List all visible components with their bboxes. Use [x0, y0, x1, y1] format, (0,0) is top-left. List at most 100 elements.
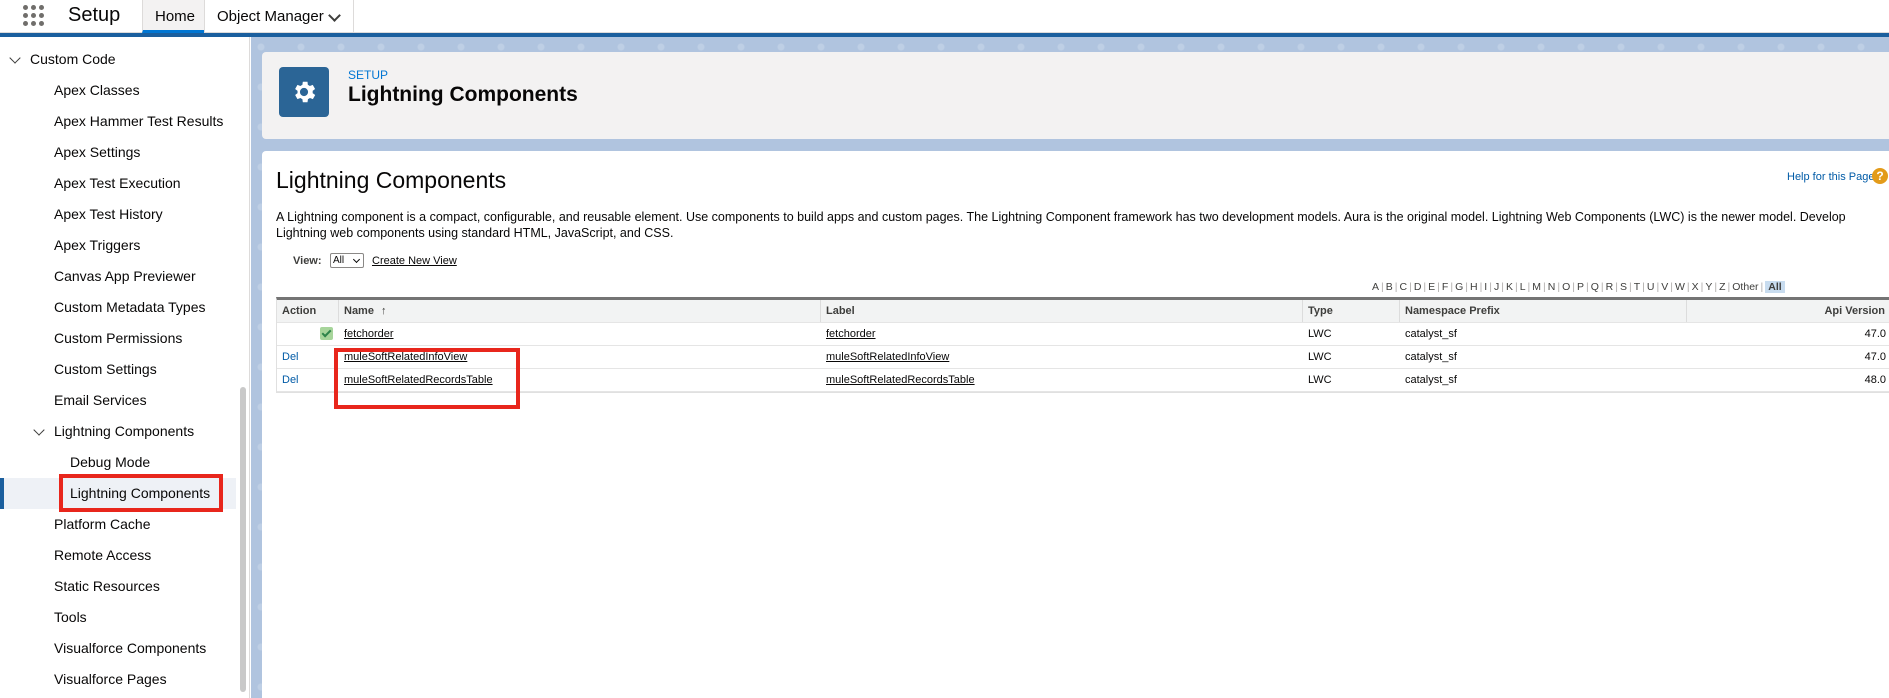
alphabet-filter-letter[interactable]: V: [1661, 281, 1668, 293]
sidebar-item-apex-triggers[interactable]: Apex Triggers: [0, 230, 236, 261]
column-header-namespace[interactable]: Namespace Prefix: [1400, 300, 1687, 322]
chevron-down-icon[interactable]: [9, 52, 21, 64]
type-cell: LWC: [1308, 351, 1332, 363]
column-header-api-version[interactable]: Api Version: [1687, 300, 1889, 322]
sidebar-item-apex-settings[interactable]: Apex Settings: [0, 137, 236, 168]
chevron-down-icon[interactable]: [33, 424, 45, 436]
sidebar-item-apex-classes[interactable]: Apex Classes: [0, 75, 236, 106]
alphabet-filter-letter[interactable]: E: [1428, 281, 1435, 293]
sidebar-item-custom-metadata-types[interactable]: Custom Metadata Types: [0, 292, 236, 323]
label-cell: muleSoftRelatedInfoView: [821, 346, 1303, 368]
alphabet-filter-letter[interactable]: X: [1692, 281, 1699, 293]
type-cell: LWC: [1308, 328, 1332, 340]
alphabet-filter-letter[interactable]: Z: [1719, 281, 1725, 293]
alphabet-filter-letter[interactable]: O: [1562, 281, 1570, 293]
alphabet-filter-letter[interactable]: S: [1620, 281, 1627, 293]
sidebar-item-custom-code[interactable]: Custom Code: [0, 44, 236, 75]
sidebar-item-lightning-components-group[interactable]: Lightning Components: [0, 416, 236, 447]
table-row: fetchorder fetchorder LWC catalyst_sf 47…: [277, 323, 1889, 346]
column-header-label[interactable]: Label: [821, 300, 1303, 322]
alphabet-filter-letter[interactable]: Y: [1705, 281, 1712, 293]
alphabet-filter-letter[interactable]: M: [1532, 281, 1541, 293]
alphabet-filter-letter[interactable]: Q: [1591, 281, 1599, 293]
app-launcher-icon[interactable]: [23, 5, 45, 27]
alphabet-filter: A | B | C | D | E | F | G | H | I | J | K | L | M | N | O | P | Q | R | S | T |…: [1372, 281, 1785, 293]
alphabet-separator: |: [1501, 281, 1504, 293]
component-label-link[interactable]: muleSoftRelatedRecordsTable: [826, 374, 975, 386]
alphabet-separator: |: [1628, 281, 1632, 293]
alphabet-filter-letter[interactable]: P: [1577, 281, 1584, 293]
sidebar-item-tools[interactable]: Tools: [0, 602, 236, 633]
alphabet-separator: |: [1700, 281, 1704, 293]
column-header-type[interactable]: Type: [1303, 300, 1400, 322]
sidebar-item-label: Lightning Components: [54, 423, 195, 439]
sidebar-item-static-resources[interactable]: Static Resources: [0, 571, 236, 602]
alphabet-separator: |: [1543, 281, 1546, 293]
alphabet-filter-letter[interactable]: L: [1520, 281, 1526, 293]
tab-home[interactable]: Home: [142, 0, 204, 33]
api-version-cell: 47.0: [1864, 351, 1886, 363]
api-version-cell: 47.0: [1864, 328, 1886, 340]
sidebar-item-custom-settings[interactable]: Custom Settings: [0, 354, 236, 385]
tab-object-manager-label: Object Manager: [217, 8, 324, 25]
alphabet-filter-letter[interactable]: N: [1548, 281, 1556, 293]
namespace-cell: catalyst_sf: [1405, 351, 1457, 363]
alphabet-separator: |: [1714, 281, 1718, 293]
alphabet-filter-letter[interactable]: D: [1414, 281, 1422, 293]
sidebar-item-visualforce-pages[interactable]: Visualforce Pages: [0, 664, 236, 695]
sidebar-item-remote-access[interactable]: Remote Access: [0, 540, 236, 571]
component-label-link[interactable]: fetchorder: [826, 328, 876, 340]
alphabet-filter-all[interactable]: All: [1765, 281, 1785, 293]
sidebar-item-visualforce-components[interactable]: Visualforce Components: [0, 633, 236, 664]
component-label-link[interactable]: muleSoftRelatedInfoView: [826, 351, 949, 363]
alphabet-filter-letter[interactable]: B: [1386, 281, 1393, 293]
alphabet-filter-letter[interactable]: T: [1634, 281, 1640, 293]
alphabet-separator: |: [1394, 281, 1398, 293]
alphabet-separator: |: [1642, 281, 1645, 293]
alphabet-filter-letter[interactable]: A: [1372, 281, 1379, 293]
type-cell: LWC: [1308, 374, 1332, 386]
sidebar-item-apex-test-execution[interactable]: Apex Test Execution: [0, 168, 236, 199]
column-header-label: Name: [344, 305, 374, 317]
sidebar-item-email-services[interactable]: Email Services: [0, 385, 236, 416]
alphabet-separator: |: [1423, 281, 1427, 293]
delete-link[interactable]: Del: [282, 351, 299, 363]
sidebar-item-platform-cache[interactable]: Platform Cache: [0, 509, 236, 540]
alphabet-filter-letter[interactable]: C: [1400, 281, 1408, 293]
alphabet-filter-letter[interactable]: F: [1442, 281, 1448, 293]
alphabet-filter-letter[interactable]: R: [1606, 281, 1614, 293]
sidebar-scrollbar[interactable]: [240, 387, 246, 692]
sidebar-item-custom-permissions[interactable]: Custom Permissions: [0, 323, 236, 354]
alphabet-filter-letter[interactable]: Other: [1732, 281, 1758, 293]
tab-object-manager[interactable]: Object Manager: [204, 0, 354, 33]
alphabet-separator: |: [1656, 281, 1660, 293]
create-new-view-link[interactable]: Create New View: [372, 255, 457, 267]
setup-gear-icon: [279, 67, 329, 117]
view-select[interactable]: All: [330, 253, 364, 268]
alphabet-separator: |: [1465, 281, 1468, 293]
help-link[interactable]: Help for this Page: [1787, 171, 1874, 183]
alphabet-filter-letter[interactable]: I: [1484, 281, 1487, 293]
component-name-link[interactable]: fetchorder: [344, 328, 394, 340]
table-header-row: Action Name ↑ Label Type Namespace Prefi…: [277, 300, 1889, 323]
label-cell: muleSoftRelatedRecordsTable: [821, 369, 1303, 391]
alphabet-filter-letter[interactable]: K: [1506, 281, 1513, 293]
help-icon[interactable]: ?: [1872, 168, 1888, 184]
sidebar-item-apex-test-history[interactable]: Apex Test History: [0, 199, 236, 230]
alphabet-filter-letter[interactable]: J: [1494, 281, 1499, 293]
alphabet-filter-letter[interactable]: U: [1647, 281, 1655, 293]
alphabet-separator: |: [1557, 281, 1561, 293]
highlight-annotation: [59, 474, 223, 512]
sidebar-item-canvas-app-previewer[interactable]: Canvas App Previewer: [0, 261, 236, 292]
alphabet-filter-letter[interactable]: W: [1675, 281, 1685, 293]
alphabet-filter-letter[interactable]: G: [1455, 281, 1463, 293]
namespace-cell: catalyst_sf: [1405, 328, 1457, 340]
chevron-down-icon[interactable]: [328, 9, 341, 22]
column-header-name[interactable]: Name ↑: [339, 300, 821, 322]
name-cell: fetchorder: [339, 323, 821, 345]
page-eyebrow: SETUP: [348, 68, 389, 82]
sidebar-item-apex-hammer-test-results[interactable]: Apex Hammer Test Results: [0, 106, 236, 137]
app-name: Setup: [68, 4, 121, 26]
alphabet-filter-letter[interactable]: H: [1470, 281, 1478, 293]
delete-link[interactable]: Del: [282, 374, 299, 386]
